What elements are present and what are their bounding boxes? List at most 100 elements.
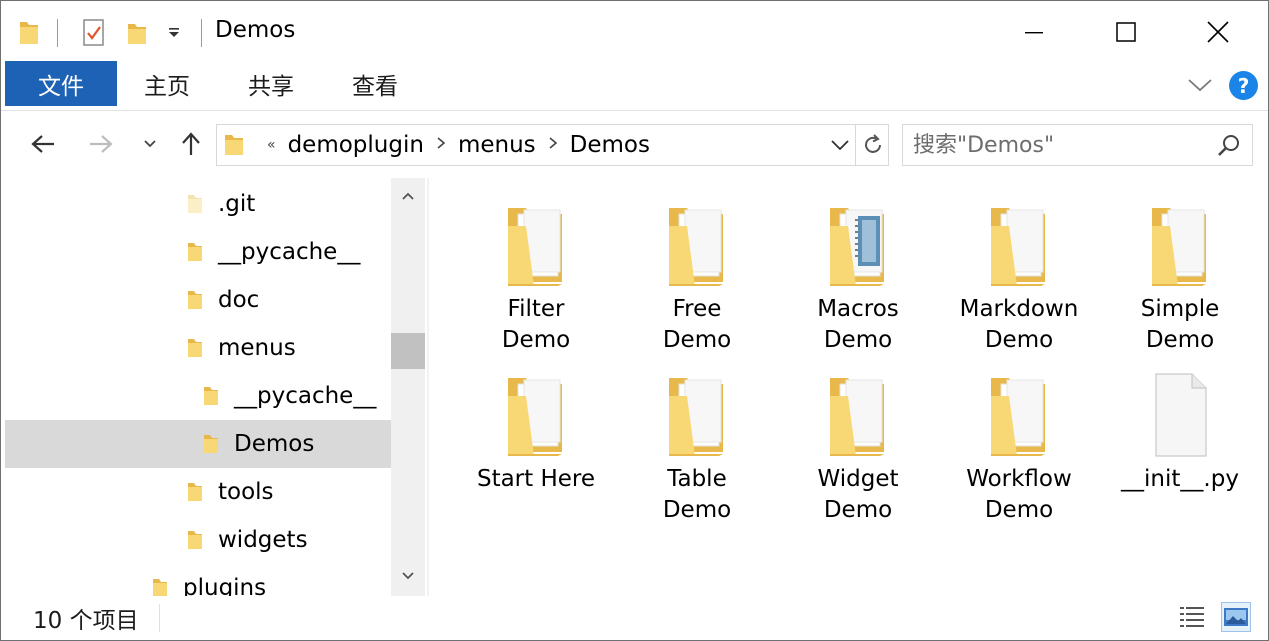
details-view-icon bbox=[1180, 607, 1204, 627]
file-list: Filter Demo Free Demo Macros Demo Markdown Demo… bbox=[431, 178, 1268, 596]
minimize-icon bbox=[1025, 32, 1043, 34]
tree-item[interactable]: plugins bbox=[5, 564, 391, 596]
folder-item[interactable]: Simple Demo bbox=[1100, 178, 1260, 353]
folder-item[interactable]: Filter Demo bbox=[456, 178, 616, 353]
folder-icon bbox=[657, 370, 737, 460]
navigation-tree: .git __pycache__ doc menus __pycache__ Demos t… bbox=[1, 178, 391, 596]
folder-item[interactable]: Table Demo bbox=[617, 348, 777, 523]
folder-icon bbox=[818, 200, 898, 290]
new-folder-icon[interactable] bbox=[125, 15, 149, 51]
file-icon bbox=[1140, 370, 1220, 460]
up-button[interactable] bbox=[173, 126, 209, 162]
folder-item[interactable]: Start Here bbox=[456, 348, 616, 516]
back-button[interactable] bbox=[25, 126, 61, 162]
tree-item[interactable]: widgets bbox=[5, 516, 391, 564]
title-bar: Demos bbox=[1, 1, 1268, 61]
chevron-right-icon[interactable] bbox=[436, 136, 446, 154]
tree-item[interactable]: .git bbox=[5, 180, 391, 228]
folder-icon bbox=[186, 192, 204, 216]
refresh-icon bbox=[865, 134, 881, 153]
folder-icon bbox=[496, 370, 576, 460]
folder-item[interactable]: Widget Demo bbox=[778, 348, 938, 523]
tree-item-label: tools bbox=[218, 479, 274, 505]
tree-item-label: menus bbox=[218, 335, 296, 361]
scroll-down-button[interactable] bbox=[391, 558, 425, 594]
item-name-line: Widget bbox=[817, 466, 899, 492]
details-view-button[interactable] bbox=[1177, 602, 1207, 632]
close-icon bbox=[1207, 21, 1229, 43]
folder-icon bbox=[202, 384, 220, 408]
item-name: Table Demo bbox=[619, 464, 775, 526]
item-name-line: Start Here bbox=[476, 466, 596, 492]
address-overflow[interactable]: « bbox=[267, 137, 276, 153]
address-segment-demos[interactable]: Demos bbox=[570, 132, 650, 158]
folder-item[interactable]: Macros Demo bbox=[778, 178, 938, 353]
item-name-line: Demo bbox=[984, 497, 1054, 523]
item-name-line: Table bbox=[667, 466, 727, 492]
file-item[interactable]: __init__.py bbox=[1100, 348, 1260, 516]
tab-file[interactable]: 文件 bbox=[5, 61, 117, 106]
chevron-down-icon bbox=[1188, 79, 1212, 92]
maximize-button[interactable] bbox=[1080, 5, 1172, 59]
tree-item[interactable]: tools bbox=[5, 468, 391, 516]
tab-share[interactable]: 共享 bbox=[248, 61, 294, 106]
folder-icon bbox=[186, 240, 204, 264]
chevron-right-icon[interactable] bbox=[548, 136, 558, 154]
qat-dropdown-icon[interactable] bbox=[165, 15, 183, 51]
folder-icon bbox=[496, 200, 576, 290]
tree-item[interactable]: doc bbox=[5, 276, 391, 324]
tree-item[interactable]: Demos bbox=[5, 420, 391, 468]
folder-item[interactable]: Workflow Demo bbox=[939, 348, 1099, 523]
address-segment-demoplugin[interactable]: demoplugin bbox=[288, 132, 424, 158]
recent-locations-button[interactable] bbox=[132, 126, 168, 162]
item-name-line: Simple bbox=[1140, 296, 1220, 322]
forward-button[interactable] bbox=[83, 126, 119, 162]
explorer-window: Demos 文件 主页 共享 查看 ? « demoplugin menus D… bbox=[0, 0, 1269, 641]
folder-item[interactable]: Markdown Demo bbox=[939, 178, 1099, 353]
item-name: Widget Demo bbox=[780, 464, 936, 526]
expand-ribbon-button[interactable] bbox=[1187, 75, 1213, 99]
status-bar: 10 个项目 bbox=[1, 596, 1268, 640]
qat-divider bbox=[57, 19, 58, 47]
item-count: 10 个项目 bbox=[33, 608, 139, 634]
tree-item-label: widgets bbox=[218, 527, 308, 553]
tree-scrollbar[interactable] bbox=[391, 178, 425, 596]
item-name: Markdown Demo bbox=[941, 294, 1097, 356]
item-name-line: Macros bbox=[817, 296, 899, 322]
tab-home[interactable]: 主页 bbox=[144, 61, 190, 106]
item-name: Free Demo bbox=[619, 294, 775, 356]
folder-icon bbox=[818, 370, 898, 460]
scroll-up-button[interactable] bbox=[391, 178, 425, 214]
tree-item-label: .git bbox=[218, 191, 256, 217]
folder-icon bbox=[186, 288, 204, 312]
address-history-button[interactable] bbox=[829, 137, 851, 157]
address-divider bbox=[855, 125, 856, 165]
search-input[interactable] bbox=[913, 132, 1203, 158]
tree-item[interactable]: __pycache__ bbox=[5, 372, 391, 420]
address-bar[interactable]: « demoplugin menus Demos bbox=[216, 124, 889, 166]
search-icon[interactable] bbox=[1217, 133, 1241, 161]
scroll-thumb[interactable] bbox=[391, 333, 425, 369]
tree-item-label: __pycache__ bbox=[234, 383, 377, 409]
minimize-button[interactable] bbox=[988, 5, 1080, 59]
tree-item[interactable]: menus bbox=[5, 324, 391, 372]
address-segment-menus[interactable]: menus bbox=[458, 132, 536, 158]
status-divider bbox=[159, 604, 160, 632]
refresh-button[interactable] bbox=[861, 133, 885, 161]
folder-icon bbox=[202, 432, 220, 456]
item-name-line: Workflow bbox=[966, 466, 1072, 492]
folder-icon bbox=[657, 200, 737, 290]
qat-divider bbox=[201, 19, 202, 47]
properties-icon[interactable] bbox=[81, 15, 107, 51]
large-icons-view-button[interactable] bbox=[1221, 602, 1251, 632]
folder-icon bbox=[186, 480, 204, 504]
pane-splitter[interactable] bbox=[427, 178, 429, 596]
help-button[interactable]: ? bbox=[1229, 71, 1258, 100]
folder-item[interactable]: Free Demo bbox=[617, 178, 777, 353]
item-name-line: __init__.py bbox=[1121, 466, 1239, 492]
close-button[interactable] bbox=[1172, 5, 1264, 59]
folder-icon bbox=[17, 15, 41, 51]
tab-view[interactable]: 查看 bbox=[352, 61, 398, 106]
tree-item[interactable]: __pycache__ bbox=[5, 228, 391, 276]
tree-item-label: doc bbox=[218, 287, 260, 313]
